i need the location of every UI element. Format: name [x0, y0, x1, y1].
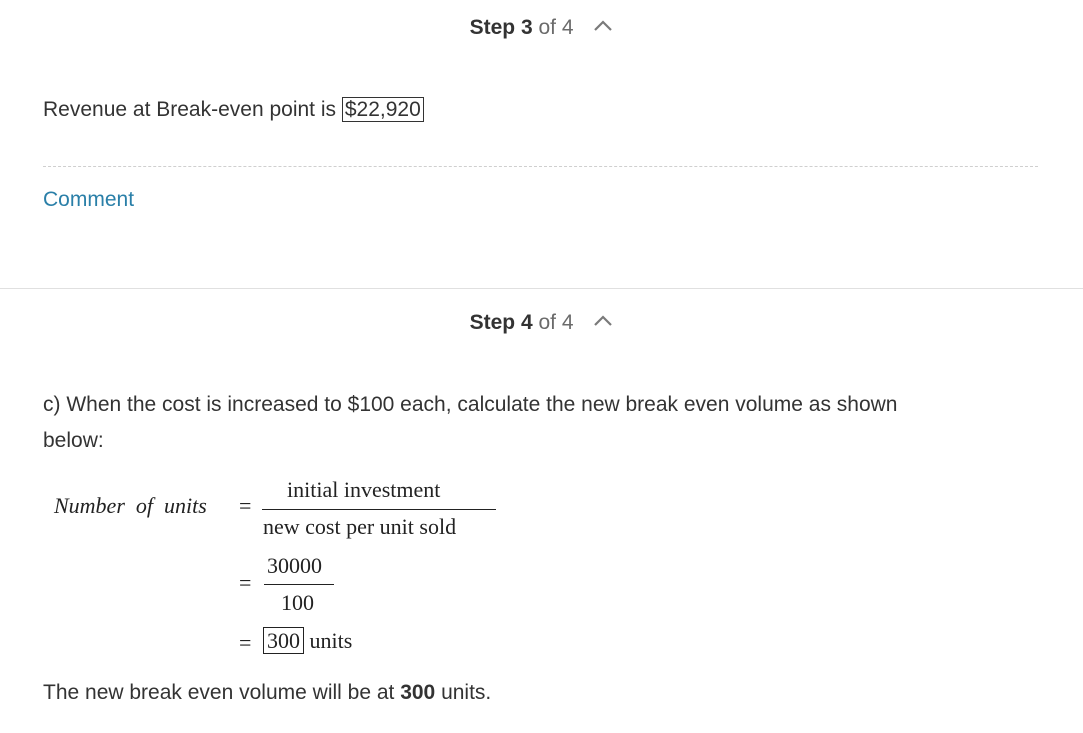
denominator-2: 100: [281, 590, 314, 615]
step-4-header[interactable]: Step 4 of 4: [0, 311, 1083, 335]
equals-sign-2: =: [239, 570, 252, 595]
chevron-up-icon[interactable]: [593, 20, 613, 32]
revenue-value: $22,920: [341, 97, 424, 122]
result-line: 300 units: [263, 627, 353, 654]
equation-lhs: Number of units: [54, 493, 207, 519]
step-4-of-total: of 4: [538, 311, 574, 334]
step-3-word: Step: [469, 16, 516, 39]
section-divider: [0, 288, 1083, 289]
step-3-number: 3: [520, 16, 533, 39]
chevron-up-icon[interactable]: [593, 315, 613, 327]
equals-sign-3: =: [239, 630, 252, 655]
fraction-bar-1: [262, 509, 496, 510]
step-4-toggle[interactable]: Step 4 of 4: [470, 311, 614, 335]
step-3-of-total: of 4: [538, 16, 574, 39]
revenue-statement: Revenue at Break-even point is $22,920: [43, 92, 424, 128]
equals-sign-1: =: [239, 493, 252, 518]
result-units: units: [309, 628, 353, 653]
lhs-text: Number of units: [54, 493, 207, 518]
comment-link[interactable]: Comment: [43, 188, 134, 212]
step-4-number: 4: [520, 311, 533, 334]
conclusion-value: 300: [400, 681, 436, 704]
numerator-1: initial investment: [287, 477, 441, 502]
intro-line-2: below:: [43, 429, 104, 452]
conclusion-post: units.: [435, 681, 492, 704]
result-value: 300: [263, 627, 304, 654]
numerator-2: 30000: [267, 553, 322, 578]
denominator-1: new cost per unit sold: [263, 514, 457, 539]
divider: [43, 166, 1038, 167]
conclusion-pre: The new break even volume will be at: [43, 681, 401, 704]
step-3-toggle[interactable]: Step 3 of 4: [470, 16, 614, 40]
step-4-word: Step: [469, 311, 516, 334]
intro-line-1: c) When the cost is increased to $100 ea…: [43, 393, 898, 416]
revenue-label: Revenue at Break-even point is: [43, 98, 342, 121]
conclusion: The new break even volume will be at 300…: [43, 675, 491, 711]
step-3-header[interactable]: Step 3 of 4: [0, 16, 1083, 40]
fraction-bar-2: [264, 584, 334, 585]
